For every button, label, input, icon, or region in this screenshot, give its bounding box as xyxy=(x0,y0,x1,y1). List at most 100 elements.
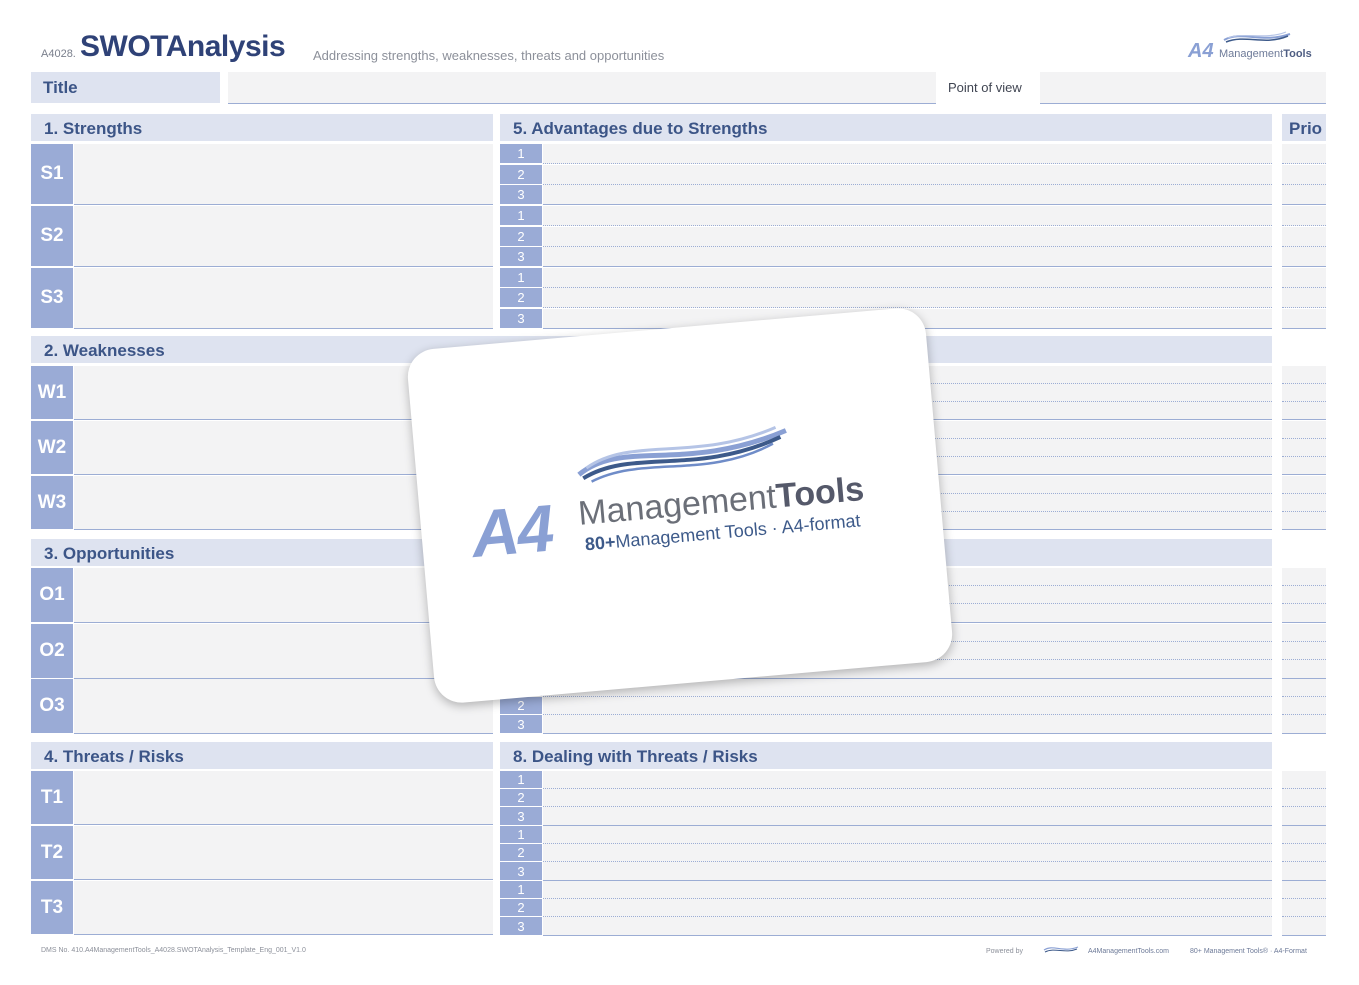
row-number: 3 xyxy=(500,309,542,328)
threat-action-line[interactable] xyxy=(543,917,1272,936)
opportunity-action-line[interactable] xyxy=(543,715,1272,734)
prio-field[interactable] xyxy=(1282,476,1326,494)
threat-field[interactable] xyxy=(74,771,493,825)
threat-action-line[interactable] xyxy=(543,862,1272,881)
threat-action-line[interactable] xyxy=(543,789,1272,807)
advantage-line[interactable] xyxy=(543,268,1272,288)
prio-field[interactable] xyxy=(1282,807,1326,826)
website-link[interactable]: A4ManagementTools.com xyxy=(1088,948,1169,955)
strength-field[interactable] xyxy=(74,268,493,329)
prio-field[interactable] xyxy=(1282,899,1326,917)
prio-field[interactable] xyxy=(1282,624,1326,642)
block-code: W1 xyxy=(31,366,73,419)
prio-field[interactable] xyxy=(1282,457,1326,475)
prio-field[interactable] xyxy=(1282,227,1326,247)
prio-field[interactable] xyxy=(1282,512,1326,530)
prio-field[interactable] xyxy=(1282,366,1326,384)
prio-field[interactable] xyxy=(1282,679,1326,697)
advantage-line[interactable] xyxy=(543,185,1272,205)
row-number: 3 xyxy=(500,807,542,825)
advantage-line[interactable] xyxy=(543,165,1272,185)
block-code: W3 xyxy=(31,476,73,529)
prio-field[interactable] xyxy=(1282,789,1326,807)
threat-action-line[interactable] xyxy=(543,826,1272,844)
row-number: 2 xyxy=(500,844,542,861)
prio-field[interactable] xyxy=(1282,642,1326,660)
block-code: W2 xyxy=(31,421,73,474)
brand-name: ManagementTools xyxy=(1219,48,1312,60)
row-number: 1 xyxy=(500,206,542,225)
advantage-line[interactable] xyxy=(543,288,1272,308)
prio-field[interactable] xyxy=(1282,862,1326,881)
footer-tagline: 80+ Management Tools® · A4-Format xyxy=(1190,948,1307,955)
document-subtitle: Addressing strengths, weaknesses, threat… xyxy=(313,48,665,63)
document-title: SWOTAnalysis xyxy=(80,30,286,63)
card-logo: A4 ManagementTools 80+Management Tools ·… xyxy=(464,412,895,588)
prio-field[interactable] xyxy=(1282,826,1326,844)
title-label: Title xyxy=(31,72,220,103)
threat-action-line[interactable] xyxy=(543,807,1272,826)
wave-icon xyxy=(1223,31,1291,43)
advantage-line[interactable] xyxy=(543,206,1272,226)
threat-field[interactable] xyxy=(74,881,493,935)
strength-field[interactable] xyxy=(74,144,493,205)
threat-field[interactable] xyxy=(74,826,493,880)
point-of-view-field[interactable] xyxy=(1040,72,1326,104)
prio-field[interactable] xyxy=(1282,586,1326,604)
title-field[interactable] xyxy=(228,72,936,104)
threat-action-line[interactable] xyxy=(543,899,1272,917)
row-number: 1 xyxy=(500,268,542,287)
point-of-view-label: Point of view xyxy=(948,80,1022,95)
prio-field[interactable] xyxy=(1282,402,1326,420)
prio-field[interactable] xyxy=(1282,715,1326,734)
prio-field[interactable] xyxy=(1282,247,1326,267)
threat-action-line[interactable] xyxy=(543,771,1272,789)
prio-field[interactable] xyxy=(1282,288,1326,308)
prio-field[interactable] xyxy=(1282,384,1326,402)
prio-field[interactable] xyxy=(1282,268,1326,288)
advantage-line[interactable] xyxy=(543,247,1272,267)
prio-field[interactable] xyxy=(1282,697,1326,715)
prio-field[interactable] xyxy=(1282,439,1326,457)
prio-field[interactable] xyxy=(1282,165,1326,185)
prio-header: Prio xyxy=(1282,114,1326,141)
block-code: O2 xyxy=(31,624,73,678)
advantage-line[interactable] xyxy=(543,144,1272,164)
prio-field[interactable] xyxy=(1282,421,1326,439)
prio-field[interactable] xyxy=(1282,604,1326,623)
advantages-header: 5. Advantages due to Strengths xyxy=(500,114,1272,141)
advantage-line[interactable] xyxy=(543,227,1272,247)
prio-field[interactable] xyxy=(1282,309,1326,329)
opportunity-field[interactable] xyxy=(74,679,493,734)
prio-field[interactable] xyxy=(1282,144,1326,164)
prio-field[interactable] xyxy=(1282,568,1326,586)
row-number: 1 xyxy=(500,881,542,898)
prio-field[interactable] xyxy=(1282,206,1326,226)
brand-logo[interactable]: A4 ManagementTools xyxy=(1186,30,1316,64)
row-number: 2 xyxy=(500,899,542,916)
document-code: A4028. xyxy=(41,48,76,60)
opportunity-action-line[interactable] xyxy=(543,697,1272,715)
threats-header: 4. Threats / Risks xyxy=(31,742,493,769)
row-number: 3 xyxy=(500,862,542,880)
row-number: 1 xyxy=(500,826,542,843)
prio-field[interactable] xyxy=(1282,494,1326,512)
threat-action-line[interactable] xyxy=(543,844,1272,862)
block-code: S3 xyxy=(31,268,73,328)
prio-field[interactable] xyxy=(1282,917,1326,936)
block-code: T2 xyxy=(31,826,73,879)
row-number: 1 xyxy=(500,771,542,788)
prio-field[interactable] xyxy=(1282,844,1326,862)
block-code: S2 xyxy=(31,206,73,266)
promo-card[interactable]: A4 ManagementTools 80+Management Tools ·… xyxy=(405,306,955,705)
block-code: O1 xyxy=(31,568,73,622)
prio-field[interactable] xyxy=(1282,660,1326,679)
prio-field[interactable] xyxy=(1282,185,1326,205)
wave-icon xyxy=(1043,946,1079,953)
strength-field[interactable] xyxy=(74,206,493,267)
threat-action-line[interactable] xyxy=(543,881,1272,899)
prio-field[interactable] xyxy=(1282,771,1326,789)
row-number: 3 xyxy=(500,715,542,733)
row-number: 3 xyxy=(500,917,542,935)
prio-field[interactable] xyxy=(1282,881,1326,899)
